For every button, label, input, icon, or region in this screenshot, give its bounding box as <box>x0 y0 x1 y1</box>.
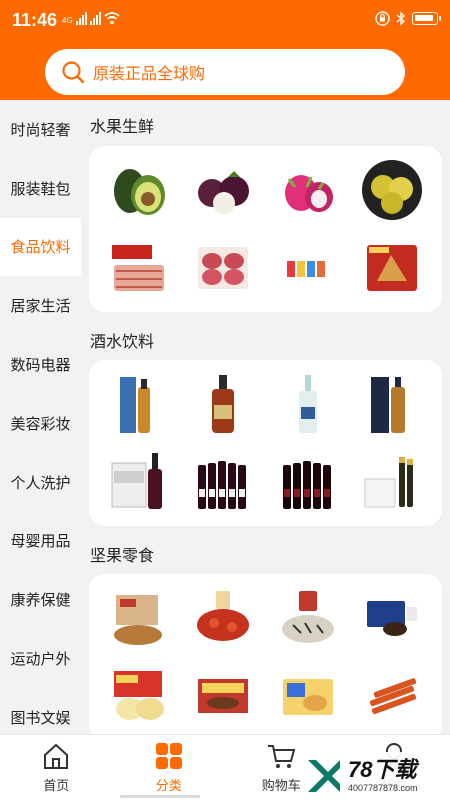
signal-icons: 4G <box>62 12 120 25</box>
avocado-image <box>114 169 166 215</box>
header: 11:46 4G 原装正品全球购 <box>0 0 450 100</box>
product-snack-box[interactable] <box>181 662 265 730</box>
lock-rotation-icon <box>375 11 390 26</box>
rum-bottle-image <box>298 375 317 433</box>
oreo-cake-image <box>366 601 417 636</box>
product-zongzi[interactable] <box>350 234 434 302</box>
watermark: 78下载 4007787878.com <box>300 752 450 800</box>
status-bar: 11:46 4G <box>0 0 450 40</box>
watermark-title: 78下载 <box>348 757 417 782</box>
tab-category-label: 分类 <box>155 778 182 793</box>
pear-image <box>361 160 422 220</box>
signal-icon-2 <box>89 12 101 25</box>
tab-cart-label: 购物车 <box>261 778 301 793</box>
nut-gift-box-image <box>114 595 163 645</box>
status-right-icons <box>375 11 441 26</box>
product-dragon-fruit[interactable] <box>266 156 350 224</box>
cake-pack-image <box>282 679 333 715</box>
home-icon <box>44 743 69 769</box>
watermark-logo-icon <box>308 760 340 792</box>
battery-icon <box>412 12 441 25</box>
product-cake-pack[interactable] <box>266 662 350 730</box>
status-time: 11:46 <box>12 10 58 30</box>
search-placeholder: 原装正品全球购 <box>93 66 206 83</box>
product-grid-fresh <box>89 146 442 312</box>
whisky-box-image <box>120 377 151 433</box>
cart-icon <box>268 745 296 768</box>
product-juice-bottles[interactable] <box>266 234 350 302</box>
product-rum-bottle[interactable] <box>266 370 350 438</box>
product-whisky-box-dark[interactable] <box>350 370 434 438</box>
sidebar-item-outdoor[interactable]: 运动户外 <box>0 629 81 688</box>
wifi-icon <box>104 12 120 25</box>
section-title-fresh: 水果生鲜 <box>90 119 155 136</box>
whisky-box-dark-image <box>370 377 405 433</box>
sidebar-item-apparel[interactable]: 服装鞋包 <box>0 159 81 218</box>
product-pear[interactable] <box>350 156 434 224</box>
snack-box-image <box>198 679 249 713</box>
product-avocado[interactable] <box>97 156 181 224</box>
product-nut-gift-box[interactable] <box>97 584 181 652</box>
product-grid-snacks <box>89 574 442 734</box>
zongzi-pack-image <box>366 245 417 291</box>
product-bread-box[interactable] <box>97 662 181 730</box>
sunflower-seeds-image <box>281 591 334 643</box>
section-title-snacks: 坚果零食 <box>90 548 155 565</box>
search-icon <box>62 61 85 84</box>
product-red-wine-set[interactable] <box>181 448 265 516</box>
product-dried-meat[interactable] <box>350 662 434 730</box>
product-sunflower-seeds[interactable] <box>266 584 350 652</box>
product-crayfish[interactable] <box>181 584 265 652</box>
meat-slices-image <box>198 247 249 289</box>
sidebar-item-food[interactable]: 食品饮料 <box>0 217 81 277</box>
product-whisky-box[interactable] <box>97 370 181 438</box>
section-title-drinks: 酒水饮料 <box>90 334 155 351</box>
product-oreo-cake[interactable] <box>350 584 434 652</box>
network-type-label: 4G <box>62 16 73 25</box>
red-wine-set-image <box>198 461 247 509</box>
juice-bottles-image <box>286 261 325 277</box>
sidebar-item-digital[interactable]: 数码电器 <box>0 335 81 394</box>
champagne-gift-image <box>364 457 413 508</box>
bluetooth-icon <box>396 11 406 26</box>
category-icon <box>155 743 182 769</box>
sidebar-item-baby[interactable]: 母婴用品 <box>0 512 81 571</box>
product-grid-drinks <box>89 360 442 526</box>
mangosteen-image <box>198 171 250 214</box>
sidebar-item-personal-care[interactable]: 个人洗护 <box>0 453 81 512</box>
tab-home-label: 首页 <box>43 778 70 793</box>
whisky-bottle-image <box>212 375 235 433</box>
sidebar-item-fashion[interactable]: 时尚轻奢 <box>0 100 81 159</box>
signal-icon <box>75 12 87 25</box>
red-wine-set-dark-image <box>282 461 331 509</box>
dried-meat-image <box>369 678 417 715</box>
wine-gift-box-image <box>111 453 163 509</box>
active-tab-indicator <box>120 795 200 798</box>
tab-category[interactable]: 分类 <box>113 735 226 800</box>
sidebar-item-health[interactable]: 康养保健 <box>0 570 81 629</box>
dragon-fruit-image <box>284 175 333 212</box>
product-champagne-gift[interactable] <box>350 448 434 516</box>
watermark-url: 4007787878.com <box>348 783 418 793</box>
category-content: 水果生鲜 酒水饮料 坚果零食 <box>81 100 450 734</box>
product-bacon[interactable] <box>97 234 181 302</box>
product-wine-gift-box[interactable] <box>97 448 181 516</box>
product-mangosteen[interactable] <box>181 156 265 224</box>
watermark-text: 78下载 4007787878.com <box>348 757 418 794</box>
tab-home[interactable]: 首页 <box>0 735 113 800</box>
bacon-image <box>112 245 165 291</box>
category-sidebar: 时尚轻奢 服装鞋包 食品饮料 居家生活 数码电器 美容彩妆 个人洗护 母婴用品 … <box>0 100 81 734</box>
product-whisky-bottle[interactable] <box>181 370 265 438</box>
sidebar-item-home[interactable]: 居家生活 <box>0 276 81 335</box>
sidebar-item-beauty[interactable]: 美容彩妆 <box>0 394 81 453</box>
product-meat-slices[interactable] <box>181 234 265 302</box>
search-input[interactable]: 原装正品全球购 <box>45 49 405 95</box>
product-red-wine-set-dark[interactable] <box>266 448 350 516</box>
bread-box-image <box>114 671 165 720</box>
crayfish-image <box>197 591 250 641</box>
